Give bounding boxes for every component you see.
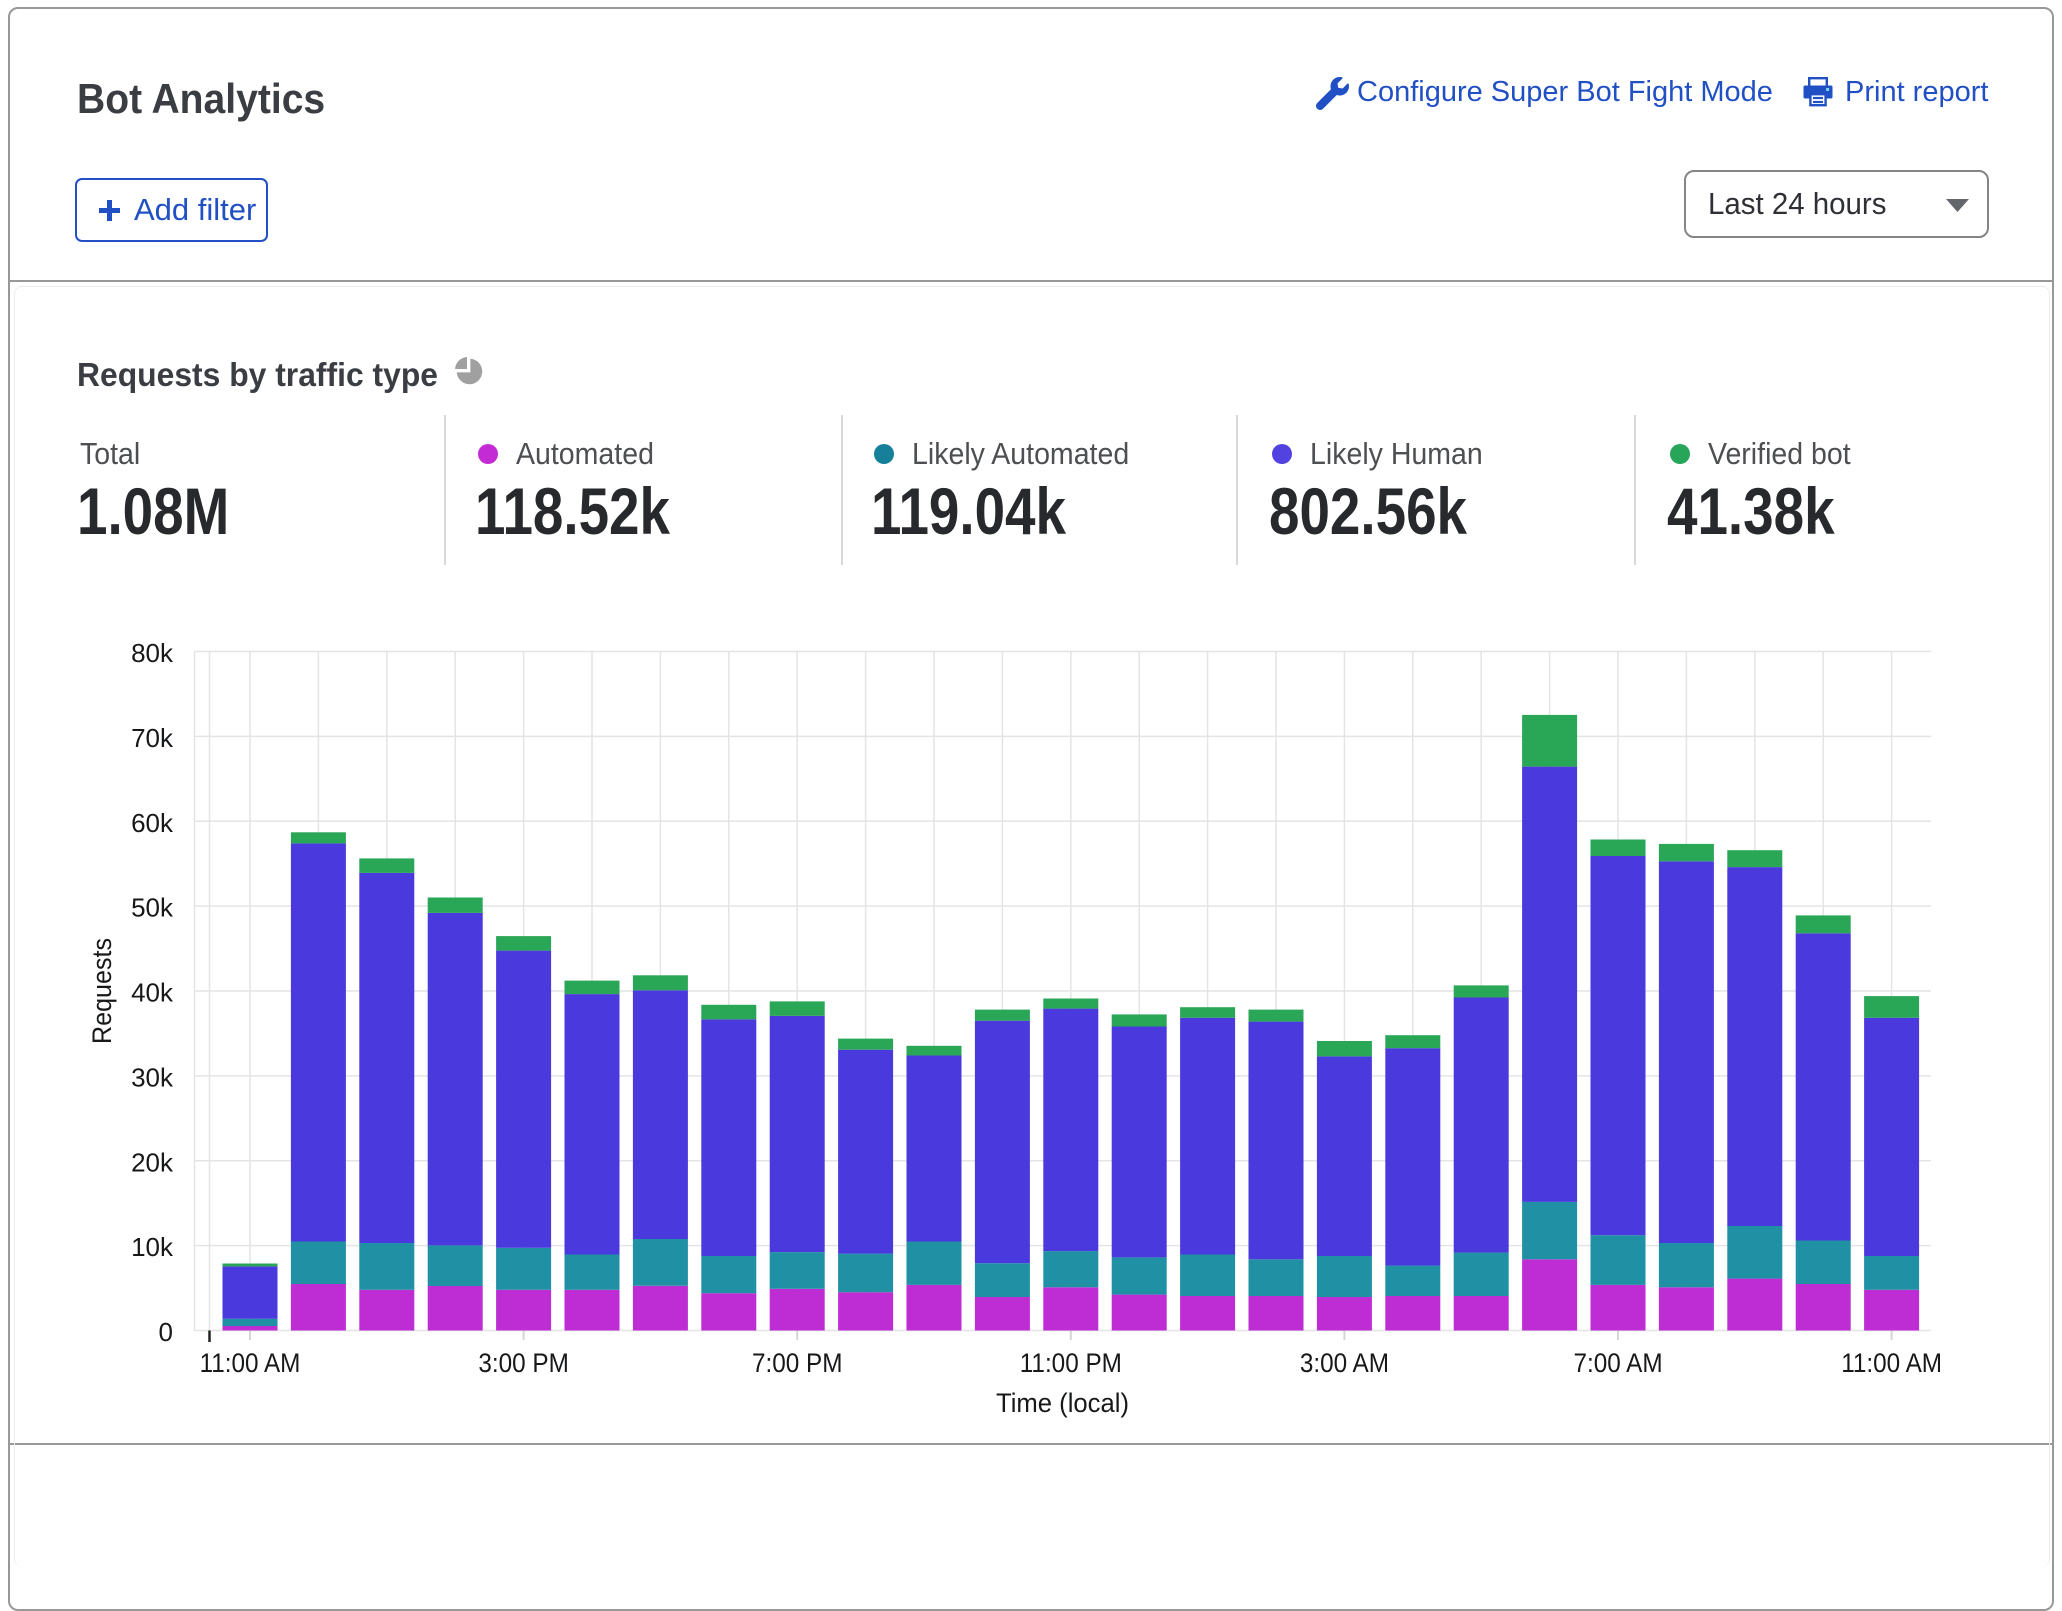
- svg-text:0: 0: [159, 1317, 173, 1347]
- svg-text:80k: 80k: [131, 638, 174, 668]
- svg-text:60k: 60k: [131, 808, 174, 838]
- svg-text:11:00 PM: 11:00 PM: [1020, 1349, 1122, 1378]
- svg-text:30k: 30k: [131, 1063, 174, 1093]
- svg-text:40k: 40k: [131, 978, 174, 1008]
- svg-text:10k: 10k: [131, 1232, 174, 1262]
- svg-text:7:00 PM: 7:00 PM: [752, 1349, 842, 1378]
- svg-text:Requests: Requests: [86, 938, 117, 1044]
- svg-text:20k: 20k: [131, 1147, 174, 1177]
- svg-text:3:00 PM: 3:00 PM: [478, 1349, 568, 1378]
- svg-text:7:00 AM: 7:00 AM: [1573, 1349, 1662, 1378]
- svg-text:Time (local): Time (local): [996, 1387, 1129, 1418]
- svg-text:11:00 AM: 11:00 AM: [200, 1349, 301, 1378]
- svg-text:50k: 50k: [131, 893, 174, 923]
- svg-text:11:00 AM: 11:00 AM: [1841, 1349, 1942, 1378]
- svg-text:70k: 70k: [131, 723, 174, 753]
- svg-text:3:00 AM: 3:00 AM: [1300, 1349, 1389, 1378]
